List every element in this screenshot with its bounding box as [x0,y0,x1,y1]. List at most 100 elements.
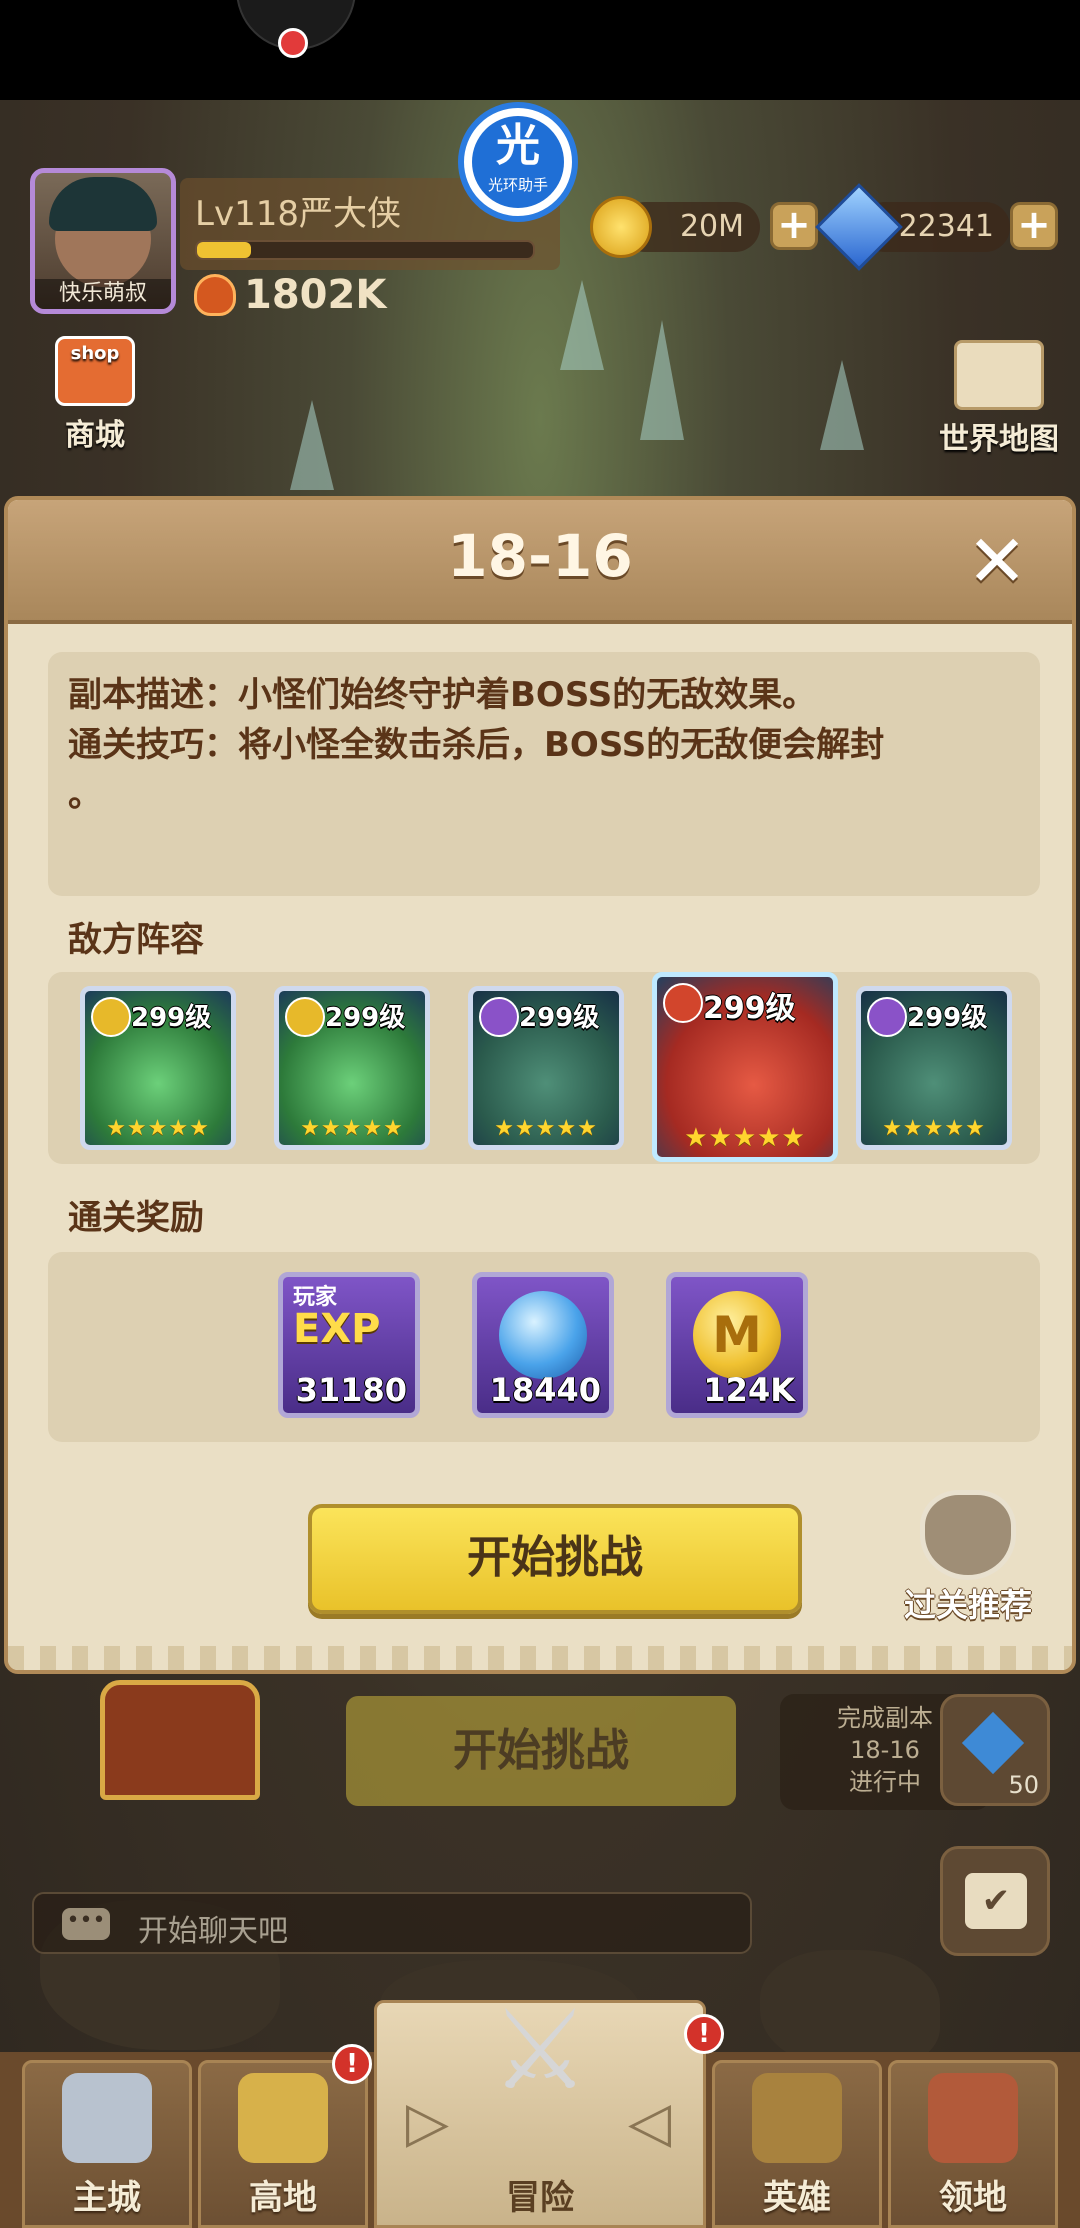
recommend-label: 过关推荐 [903,1586,1032,1624]
boss-enemy-card[interactable]: 299级 ★★★★★ [652,972,838,1162]
tips-text: 通关技巧：将小怪全数击杀后，BOSS的无敌便会解封 [68,725,885,765]
clear-recommendation-button[interactable]: 过关推荐 [888,1490,1048,1630]
crossed-swords-icon: ⚔ [490,1986,590,2114]
exp-bar [195,240,535,260]
enemy-level: 299级 [519,1003,600,1033]
book-class-icon [479,997,519,1037]
combat-power-icon [194,274,236,316]
notification-badge: ! [332,2044,372,2084]
star-rating: ★★★★★ [494,1116,598,1141]
add-diamond-button[interactable]: + [1010,202,1058,250]
reward-amount: 124K [703,1371,795,1409]
star-rating: ★★★★★ [300,1116,404,1141]
assistant-label: 光环助手 [487,176,548,194]
enemy-card[interactable]: 299级 ★★★★★ [856,986,1012,1150]
tab-label: 主城 [73,2178,141,2218]
avatar-title: 快乐萌叔 [35,279,171,309]
diamond-icon [961,1711,1025,1775]
treasure-chest-icon[interactable] [100,1680,260,1800]
close-icon[interactable]: ✕ [962,525,1032,598]
status-bar [0,0,1080,100]
enemy-card[interactable]: 299级 ★★★★★ [468,986,624,1150]
calendar-button[interactable]: ✔ [940,1846,1050,1956]
arrow-left-icon: ◁ [628,2090,672,2155]
world-map-label: 世界地图 [939,422,1059,457]
tab-label: 领地 [939,2178,1007,2218]
record-dot-icon [278,28,308,58]
dialog-bottom-trim [8,1646,1072,1670]
castle-icon [62,2073,152,2163]
crystal-decoration [290,400,334,490]
combat-power-value: 1802K [244,272,387,318]
gold-coin-icon: M [693,1291,781,1379]
axe-class-icon [663,983,703,1023]
stage-dialog: 18-16 ✕ 副本描述：小怪们始终守护着BOSS的无敌效果。 通关技巧：将小怪… [4,496,1076,1674]
exp-icon: EXP [293,1306,381,1352]
assistant-badge[interactable]: 光 光环助手 [458,102,578,222]
enemy-card[interactable]: 299级 ★★★★★ [274,986,430,1150]
start-challenge-button[interactable]: 开始挑战 [308,1504,802,1614]
tab-highland[interactable]: 高地 [198,2060,368,2228]
highland-icon [238,2073,328,2163]
enemy-lineup: 299级 ★★★★★ 299级 ★★★★★ 299级 ★★★★★ 299级 ★★… [48,972,1040,1164]
enemy-level: 299级 [907,1003,988,1033]
exp-reward[interactable]: 玩家 EXP 31180 [278,1272,420,1418]
assistant-logo-icon: 光 光环助手 [472,116,564,208]
star-rating: ★★★★★ [684,1123,806,1153]
notification-badge: ! [684,2014,724,2054]
book-class-icon [867,997,907,1037]
quest-reward-count: 50 [1008,1771,1039,1799]
shield-class-icon [91,997,131,1037]
chat-placeholder: 开始聊天吧 [138,1914,288,1949]
territory-icon [928,2073,1018,2163]
star-rating: ★★★★★ [106,1116,210,1141]
enemy-card[interactable]: 299级 ★★★★★ [80,986,236,1150]
chat-bubble-icon: ••• [62,1908,110,1940]
enemy-level: 299级 [131,1003,212,1033]
shop-label: 商城 [65,418,125,453]
gold-reward[interactable]: M 124K [666,1272,808,1418]
tab-main-city[interactable]: 主城 [22,2060,192,2228]
calendar-check-icon: ✔ [965,1873,1027,1929]
tab-heroes[interactable]: 英雄 [712,2060,882,2228]
player-level-name: Lv118严大侠 [195,194,401,234]
tab-label: 高地 [249,2178,317,2218]
chat-bar[interactable]: ••• 开始聊天吧 [32,1892,752,1954]
crystal-decoration [820,360,864,450]
gold-coin-icon [590,196,652,258]
assistant-char: 光 [496,120,540,171]
reward-list: 玩家 EXP 31180 18440 M 124K [48,1252,1040,1442]
tab-label: 冒险 [506,2178,574,2218]
bar-chart-shield-icon [920,1490,1016,1580]
spirit-orb-icon [499,1291,587,1379]
reward-amount: 18440 [489,1371,601,1409]
world-map-icon [954,340,1044,410]
helmet-icon [752,2073,842,2163]
stage-description: 副本描述：小怪们始终守护着BOSS的无敌效果。 通关技巧：将小怪全数击杀后，BO… [48,652,1040,896]
star-rating: ★★★★★ [882,1116,986,1141]
shop-icon: shop [55,336,135,406]
add-gold-button[interactable]: + [770,202,818,250]
world-map-button[interactable]: 世界地图 [924,340,1074,458]
quest-reward-button[interactable]: 50 [940,1694,1050,1806]
stage-title: 18-16 [447,522,633,590]
reward-amount: 31180 [295,1371,407,1409]
background-start-button[interactable]: 开始挑战 [346,1696,736,1806]
tab-label: 英雄 [763,2178,831,2218]
enemy-level: 299级 [703,991,796,1026]
arrow-right-icon: ▷ [406,2090,450,2155]
reward-section-title: 通关奖励 [68,1198,204,1238]
tab-territory[interactable]: 领地 [888,2060,1058,2228]
crystal-decoration [640,320,684,440]
crystal-decoration [560,280,604,370]
enemy-section-title: 敌方阵容 [68,920,204,960]
avatar-hair [49,177,157,231]
shop-button[interactable]: shop 商城 [40,336,150,454]
shield-class-icon [285,997,325,1037]
player-avatar[interactable]: 快乐萌叔 [30,168,176,314]
spirit-orb-reward[interactable]: 18440 [472,1272,614,1418]
enemy-level: 299级 [325,1003,406,1033]
tips-text-end: 。 [68,775,102,815]
dialog-header: 18-16 ✕ [8,500,1072,624]
exp-bar-fill [197,242,251,258]
